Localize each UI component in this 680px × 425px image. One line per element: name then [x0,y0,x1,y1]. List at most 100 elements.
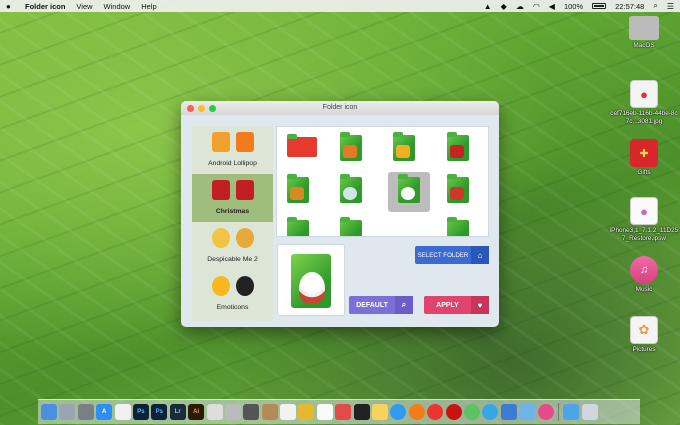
finder-icon[interactable] [41,404,57,420]
search-icon: ⌕ [395,296,413,314]
trash-icon[interactable] [581,404,598,420]
apply-button[interactable]: APPLY ♥ [424,296,489,314]
volume-icon[interactable]: ◀ [549,2,555,11]
system-preferences-icon[interactable] [77,404,94,420]
ipsw-file-icon: ● [630,197,658,225]
folder-icon-option[interactable] [340,132,362,161]
apply-label: APPLY [436,301,459,309]
itunes-icon[interactable] [537,404,554,420]
folder-icon-option-selected[interactable] [398,174,420,203]
menu-view[interactable]: View [76,2,92,11]
folder-icon-option[interactable] [340,174,362,203]
category-label: Christmas [215,208,250,215]
desktop-icon-ipsw[interactable]: ● iPhone3,1_7.1.2_11D257_Restore.ipsw [609,197,679,243]
music-icon: ♫ [630,256,658,284]
folder-icon-option[interactable] [287,217,309,236]
keynote-icon[interactable] [298,404,315,420]
dropbox-icon[interactable]: ◆ [501,2,507,11]
apple-menu-icon[interactable]: ● [6,2,16,11]
skype-icon[interactable] [482,404,499,420]
desktop-icon-macos[interactable]: MacOS [609,16,679,50]
folder-icon-option[interactable] [340,217,362,236]
android-folder-icon [211,132,230,152]
folder-icon-option[interactable] [287,134,317,157]
cloud-icon[interactable]: ☁ [516,2,524,11]
desktop-icon-label: Pictures [632,346,656,353]
desktop-icon-gifts[interactable]: ✚ Gifts [609,139,679,177]
default-button[interactable]: DEFAULT ⌕ [349,296,413,314]
home-icon: ⌂ [471,246,489,264]
category-label: Emoticons [216,304,249,311]
folder-icon[interactable] [563,404,580,420]
category-android-lollipop[interactable]: Android Lollipop [192,126,273,174]
minion-icon [211,228,230,248]
terminal-icon[interactable] [335,404,352,420]
wifi-icon[interactable]: ◠ [533,2,540,11]
launchpad-icon[interactable] [59,404,76,420]
window-title: Folder icon [322,104,358,111]
photoshop-icon[interactable]: Ps [132,404,149,420]
lightroom-icon[interactable]: Lr [169,404,186,420]
icon-grid [276,126,489,237]
dock: A Ps Ps Lr Ai [38,399,640,424]
folder-icon-option[interactable] [287,174,309,203]
photos-icon[interactable] [114,404,131,420]
firefox-icon[interactable] [408,404,425,420]
safari-icon[interactable] [390,404,407,420]
upload-status-icon[interactable]: ▲ [484,2,492,11]
video-icon[interactable] [353,404,370,420]
category-despicable-me-2[interactable]: Despicable Me 2 [192,222,273,270]
folder-icon-option[interactable] [447,174,469,203]
desktop-icon-image-file[interactable]: ● cef716eb-116b-44be-8c7c...3081.jpg [609,80,679,126]
folder-icon-option[interactable] [393,132,415,161]
battery-icon[interactable] [592,3,607,9]
text-icon[interactable] [316,404,333,420]
folder-icon-option[interactable] [447,132,469,161]
calendar-icon[interactable] [372,404,389,420]
notification-center-icon[interactable]: ☰ [667,2,674,11]
sketchup-icon[interactable] [206,404,223,420]
photos-icon: ✿ [630,316,658,344]
finder-folder-icon[interactable] [280,404,297,420]
illustrator-icon[interactable]: Ai [188,404,205,420]
battery-percent[interactable]: 100% [564,2,583,11]
app-store-icon[interactable]: A [96,404,113,420]
folder-preview [277,244,345,316]
close-button[interactable] [187,105,194,112]
menu-help[interactable]: Help [141,2,156,11]
blogger-folder-icon [235,132,254,152]
christmas-gift-icon [211,180,230,200]
christmas-snowman-folder-icon [291,254,331,308]
zoom-button[interactable] [209,105,216,112]
smiley-icon [211,276,230,296]
category-label: Despicable Me 2 [207,256,258,263]
messages-icon[interactable] [463,404,480,420]
gift-icon: ✚ [630,139,658,167]
menu-app-name[interactable]: Folder icon [25,2,65,11]
stickies-icon[interactable] [243,404,260,420]
desktop-icon-label: MacOS [633,42,655,49]
spotlight-icon[interactable]: ⌕ [653,1,657,11]
category-emoticons[interactable]: Emoticons [192,270,273,318]
alfred-icon[interactable] [224,404,241,420]
opera-icon[interactable] [445,404,462,420]
menu-window[interactable]: Window [104,2,131,11]
minion-icon [235,228,254,248]
select-folder-label: SELECT FOLDER [417,251,469,259]
minimize-button[interactable] [198,105,205,112]
clock[interactable]: 22:57:48 [615,2,644,11]
chrome-icon[interactable] [427,404,444,420]
hard-drive-icon [629,16,659,40]
desktop-icon-music[interactable]: ♫ Music [609,256,679,294]
desktop-icon-pictures[interactable]: ✿ Pictures [609,316,679,354]
desktop-icon-label: iPhone3,1_7.1.2_11D257_Restore.ipsw [609,227,679,242]
xcode-icon[interactable] [500,404,517,420]
notes-icon[interactable] [261,404,278,420]
image-file-icon: ● [630,80,658,108]
photoshop-icon[interactable]: Ps [151,404,168,420]
select-folder-button[interactable]: SELECT FOLDER ⌂ [415,246,489,264]
folder-icon-option[interactable] [447,217,469,236]
window-titlebar[interactable]: Folder icon [181,101,499,115]
category-christmas[interactable]: Christmas [192,174,273,222]
preview-icon[interactable] [519,404,536,420]
